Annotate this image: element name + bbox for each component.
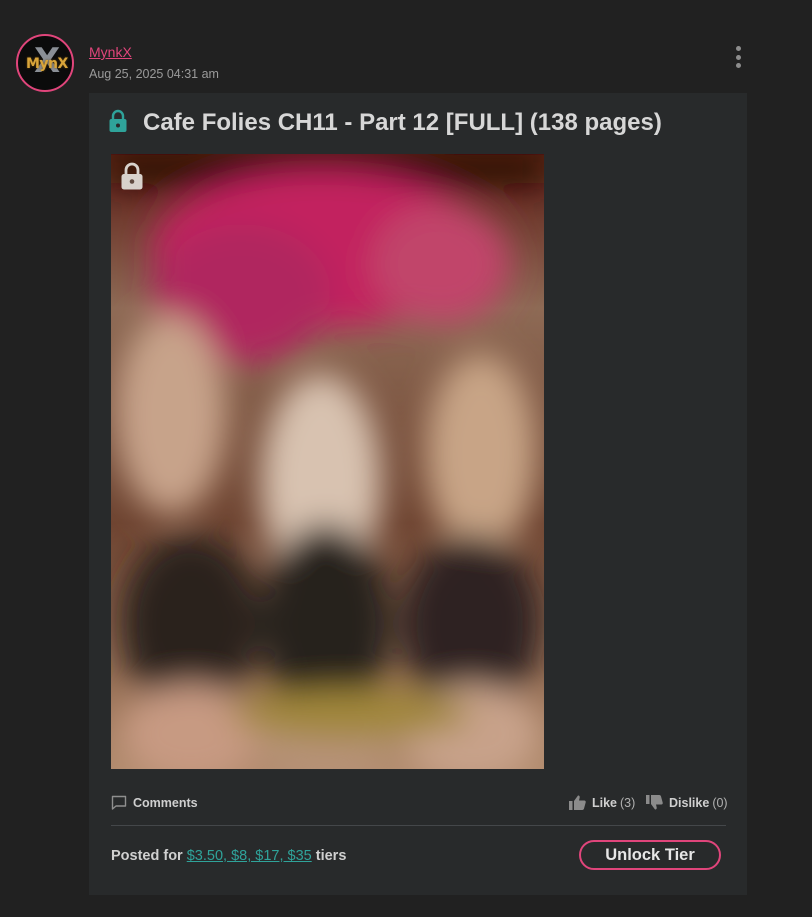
dislike-button[interactable]: Dislike (0): [646, 795, 728, 810]
comments-label: Comments: [133, 796, 198, 810]
thumbs-up-icon: [569, 795, 586, 810]
posted-for-prefix: Posted for: [111, 848, 183, 864]
post-image-locked[interactable]: [111, 154, 544, 769]
tier-prices-link[interactable]: $3.50, $8, $17, $35: [187, 848, 312, 864]
post-actions: Comments Like (3) Dislike (0): [111, 795, 728, 815]
blurred-preview: [111, 154, 544, 769]
lock-icon: [121, 162, 143, 190]
author-avatar[interactable]: X MynX: [16, 34, 74, 92]
like-count: (3): [620, 795, 636, 810]
kebab-menu-icon[interactable]: [728, 44, 748, 70]
post-card: Cafe Folies CH11 - Part 12 [FULL] (138 p…: [89, 93, 747, 895]
divider: [111, 825, 726, 826]
thumbs-down-icon: [646, 795, 663, 810]
lock-icon: [109, 109, 127, 132]
author-name-link[interactable]: MynkX: [89, 44, 132, 60]
like-label: Like: [592, 795, 618, 810]
avatar-logo: X MynX: [24, 44, 68, 78]
comment-icon: [111, 795, 127, 810]
dislike-count: (0): [712, 795, 728, 810]
kebab-dot: [735, 63, 741, 68]
post-title: Cafe Folies CH11 - Part 12 [FULL] (138 p…: [143, 109, 662, 136]
comments-button[interactable]: Comments: [111, 795, 198, 811]
dislike-label: Dislike: [669, 795, 710, 810]
post-date: Aug 25, 2025 04:31 am: [89, 67, 219, 81]
like-button[interactable]: Like (3): [569, 795, 635, 810]
unlock-tier-button[interactable]: Unlock Tier: [579, 840, 721, 870]
kebab-dot: [735, 54, 741, 60]
posted-for-suffix: tiers: [315, 848, 347, 864]
kebab-dot: [735, 46, 741, 51]
post-title-row: Cafe Folies CH11 - Part 12 [FULL] (138 p…: [109, 109, 662, 137]
posted-for-text: Posted for $3.50, $8, $17, $35 tiers: [111, 848, 346, 864]
avatar-logo-text: MynX: [26, 56, 68, 72]
